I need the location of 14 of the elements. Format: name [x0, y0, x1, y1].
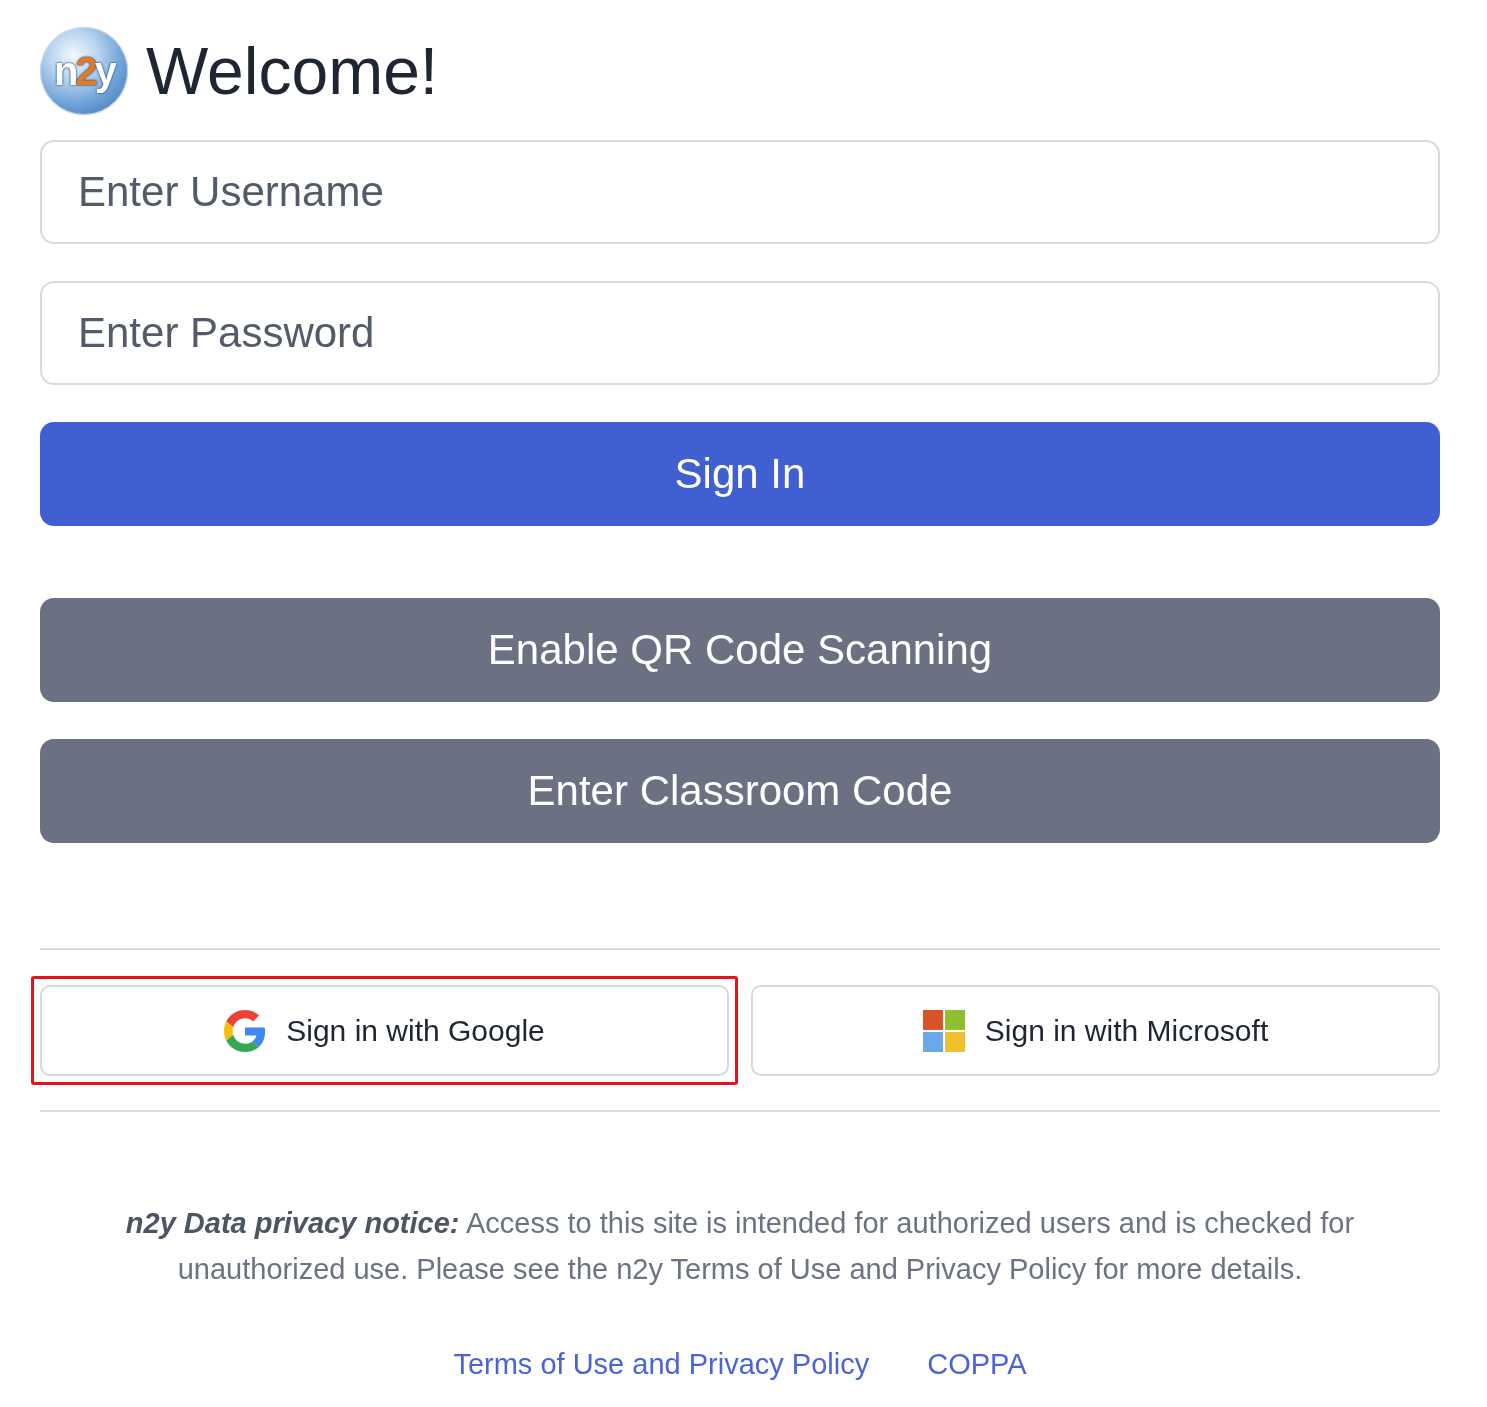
g-letter-icon [224, 1009, 267, 1052]
secondary-button[interactable]: Enable QR Code Scanning [40, 598, 1440, 702]
secondary-button[interactable]: Enter Classroom Code [40, 739, 1440, 843]
four-square-grid-icon [922, 1009, 965, 1052]
password-field[interactable]: Enter Password [40, 281, 1440, 385]
footer-link[interactable]: Terms of Use and Privacy Policy [453, 1348, 870, 1381]
sso-button[interactable]: Sign in with Microsoft [751, 985, 1440, 1076]
sso-button[interactable]: Sign in with Google [40, 985, 729, 1076]
footer-link[interactable]: COPPA [927, 1348, 1027, 1381]
primary-button[interactable]: Sign In [40, 422, 1440, 526]
globe-logo: n2y [40, 27, 128, 115]
username-field[interactable]: Enter Username [40, 140, 1440, 244]
welcome-title: Welcome! [146, 38, 439, 104]
privacy-notice: n2y Data privacy notice: Access to this site is intended for authorized users and is checked for unauthorized use. Please see the n2y Terms of Use and Privacy Policy for more details. [124, 1206, 1356, 1287]
